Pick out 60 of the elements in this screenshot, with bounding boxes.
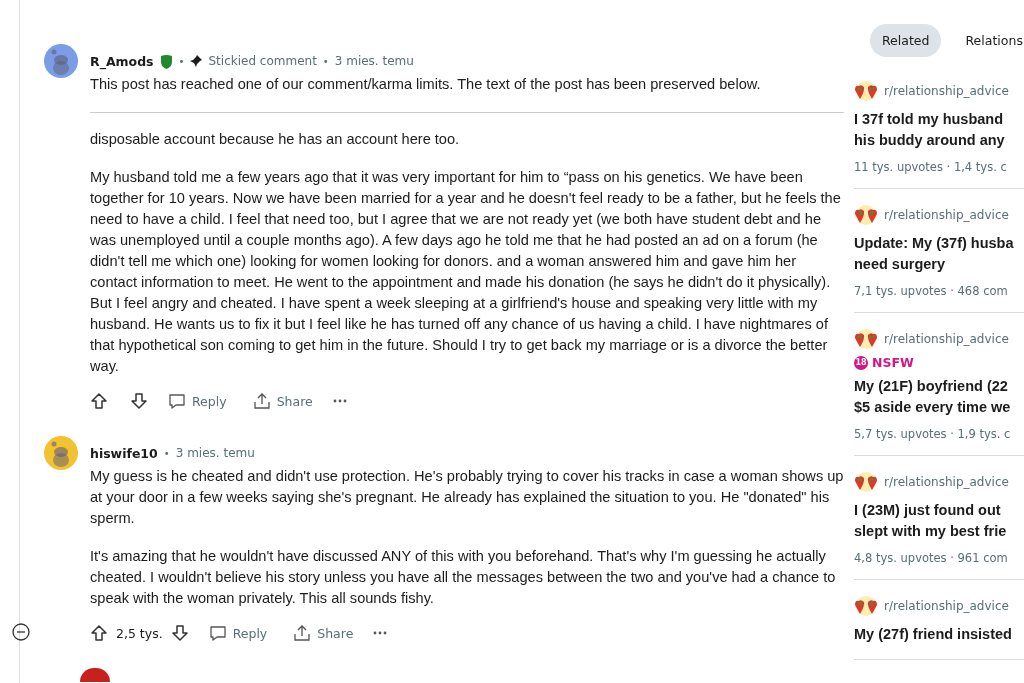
downvote-icon[interactable]: [170, 624, 189, 642]
post-title[interactable]: need surgery: [854, 254, 1024, 275]
collapse-icon[interactable]: [12, 623, 30, 641]
separator-dot: •: [178, 55, 185, 67]
post-stats: 7,1 tys. upvotes · 468 com: [854, 284, 1009, 298]
post-stats: 4,8 tys. upvotes · 961 com: [854, 551, 1009, 565]
subreddit-name[interactable]: r/relationship_advice: [884, 84, 1009, 98]
comment-text: This post has reached one of our comment/karma limits. The text of the post has been preserved below.: [90, 75, 762, 94]
more-options-icon[interactable]: [332, 399, 347, 403]
avatar-icon[interactable]: [44, 44, 78, 78]
age-badge: 18: [854, 355, 868, 370]
post-title[interactable]: his buddy around any: [854, 130, 1024, 151]
subreddit-hearts-icon: [854, 472, 878, 492]
comment-time: 3 mies. temu: [175, 446, 255, 460]
post-title[interactable]: I (23M) just found out: [854, 500, 1024, 521]
speech-bubble-icon: [208, 624, 227, 642]
pin-icon: [190, 55, 203, 67]
reply-button[interactable]: Reply: [162, 388, 233, 414]
more-options-icon[interactable]: [373, 631, 388, 635]
subreddit-hearts-icon: [854, 596, 878, 616]
post-title[interactable]: My (27f) friend insisted: [854, 624, 1024, 645]
sidebar-tab[interactable]: Relations: [953, 24, 1024, 57]
upvote-icon[interactable]: [90, 624, 108, 642]
comment-text: It's amazing that he wouldn't have discussed ANY of this with you beforehand. That's why I'm guessing he actually cheated. I wouldn't believe his story unless you have all the messages between the two and you've had a chance to speak with the woman privately. This all sounds fishy.: [90, 547, 837, 608]
comment-text: My husband told me a few years ago that it was very important for him to “pass on his genetics. We have been together for 10 years. Now we have been married for a year and he doesn't feel ready to be a father, but he feels the need to have a child. I feel that need too, but I agree that we are not ready yet (we both have student debt and he was unemployed until a couple months ago). A few days ago he told me that he had posted an ad on a forum (he didn't tell me which one) looking for women looking for donors. and a woman answered him and gave him her contact information to meet. He went to the appointment and made his donation (he says he didn't do it physically). But I feel angry and cheated. I have spent a week sleeping at a girlfriend's house and speaking very little with my husband. He wants us to fix it but I feel like he has turned off any chance of us having a child. I have nightmares of that hypothetical son coming to get him in the future. Should I try to get back my marriage or is a divorce the better way.: [90, 168, 842, 376]
share-icon: [252, 392, 271, 410]
username[interactable]: R_Amods: [90, 53, 154, 69]
post-stats: 5,7 tys. upvotes · 1,9 tys. c: [854, 427, 1012, 441]
subreddit-name[interactable]: r/relationship_advice: [884, 332, 1009, 346]
share-button[interactable]: Share: [246, 388, 319, 414]
subreddit-name[interactable]: r/relationship_advice: [884, 208, 1009, 222]
post-title[interactable]: $5 aside every time we: [854, 397, 1024, 418]
avatar-icon[interactable]: [80, 668, 110, 682]
post-title[interactable]: slept with my best frie: [854, 521, 1024, 542]
reply-button[interactable]: Reply: [202, 620, 274, 646]
vote-count: 2,5 tys.: [116, 625, 163, 641]
separator-dot: •: [322, 55, 329, 67]
nsfw-label: NSFW: [872, 355, 914, 370]
comment-text: disposable account because he has an account here too.: [90, 130, 461, 149]
upvote-icon[interactable]: [90, 392, 108, 410]
separator-dot: •: [163, 447, 170, 459]
subreddit-hearts-icon: [854, 329, 878, 349]
stickied-label: Stickied comment: [208, 54, 317, 68]
downvote-icon[interactable]: [130, 392, 148, 410]
post-stats: 11 tys. upvotes · 1,4 tys. c: [854, 160, 1008, 174]
sidebar-tab[interactable]: Related: [870, 24, 942, 57]
comment-text: My guess is he cheated and didn't use protection. He's probably trying to cover his tracks in case a woman shows up at your door in a few weeks saying she's pregnant. He already has explained the situation to you. He "donated" his sperm.: [90, 467, 844, 528]
post-title[interactable]: My (21F) boyfriend (22: [854, 376, 1024, 397]
avatar-icon[interactable]: [44, 436, 78, 470]
subreddit-name[interactable]: r/relationship_advice: [884, 599, 1009, 613]
subreddit-name[interactable]: r/relationship_advice: [884, 475, 1009, 489]
share-button[interactable]: Share: [287, 620, 360, 646]
subreddit-hearts-icon: [854, 81, 878, 101]
subreddit-hearts-icon: [854, 205, 878, 225]
speech-bubble-icon: [168, 392, 186, 410]
username[interactable]: hiswife10: [90, 445, 158, 461]
share-icon: [293, 624, 312, 642]
post-title[interactable]: I 37f told my husband: [854, 109, 1024, 130]
post-title[interactable]: Update: My (37f) husba: [854, 233, 1024, 254]
comment-time: 3 mies. temu: [334, 54, 414, 68]
